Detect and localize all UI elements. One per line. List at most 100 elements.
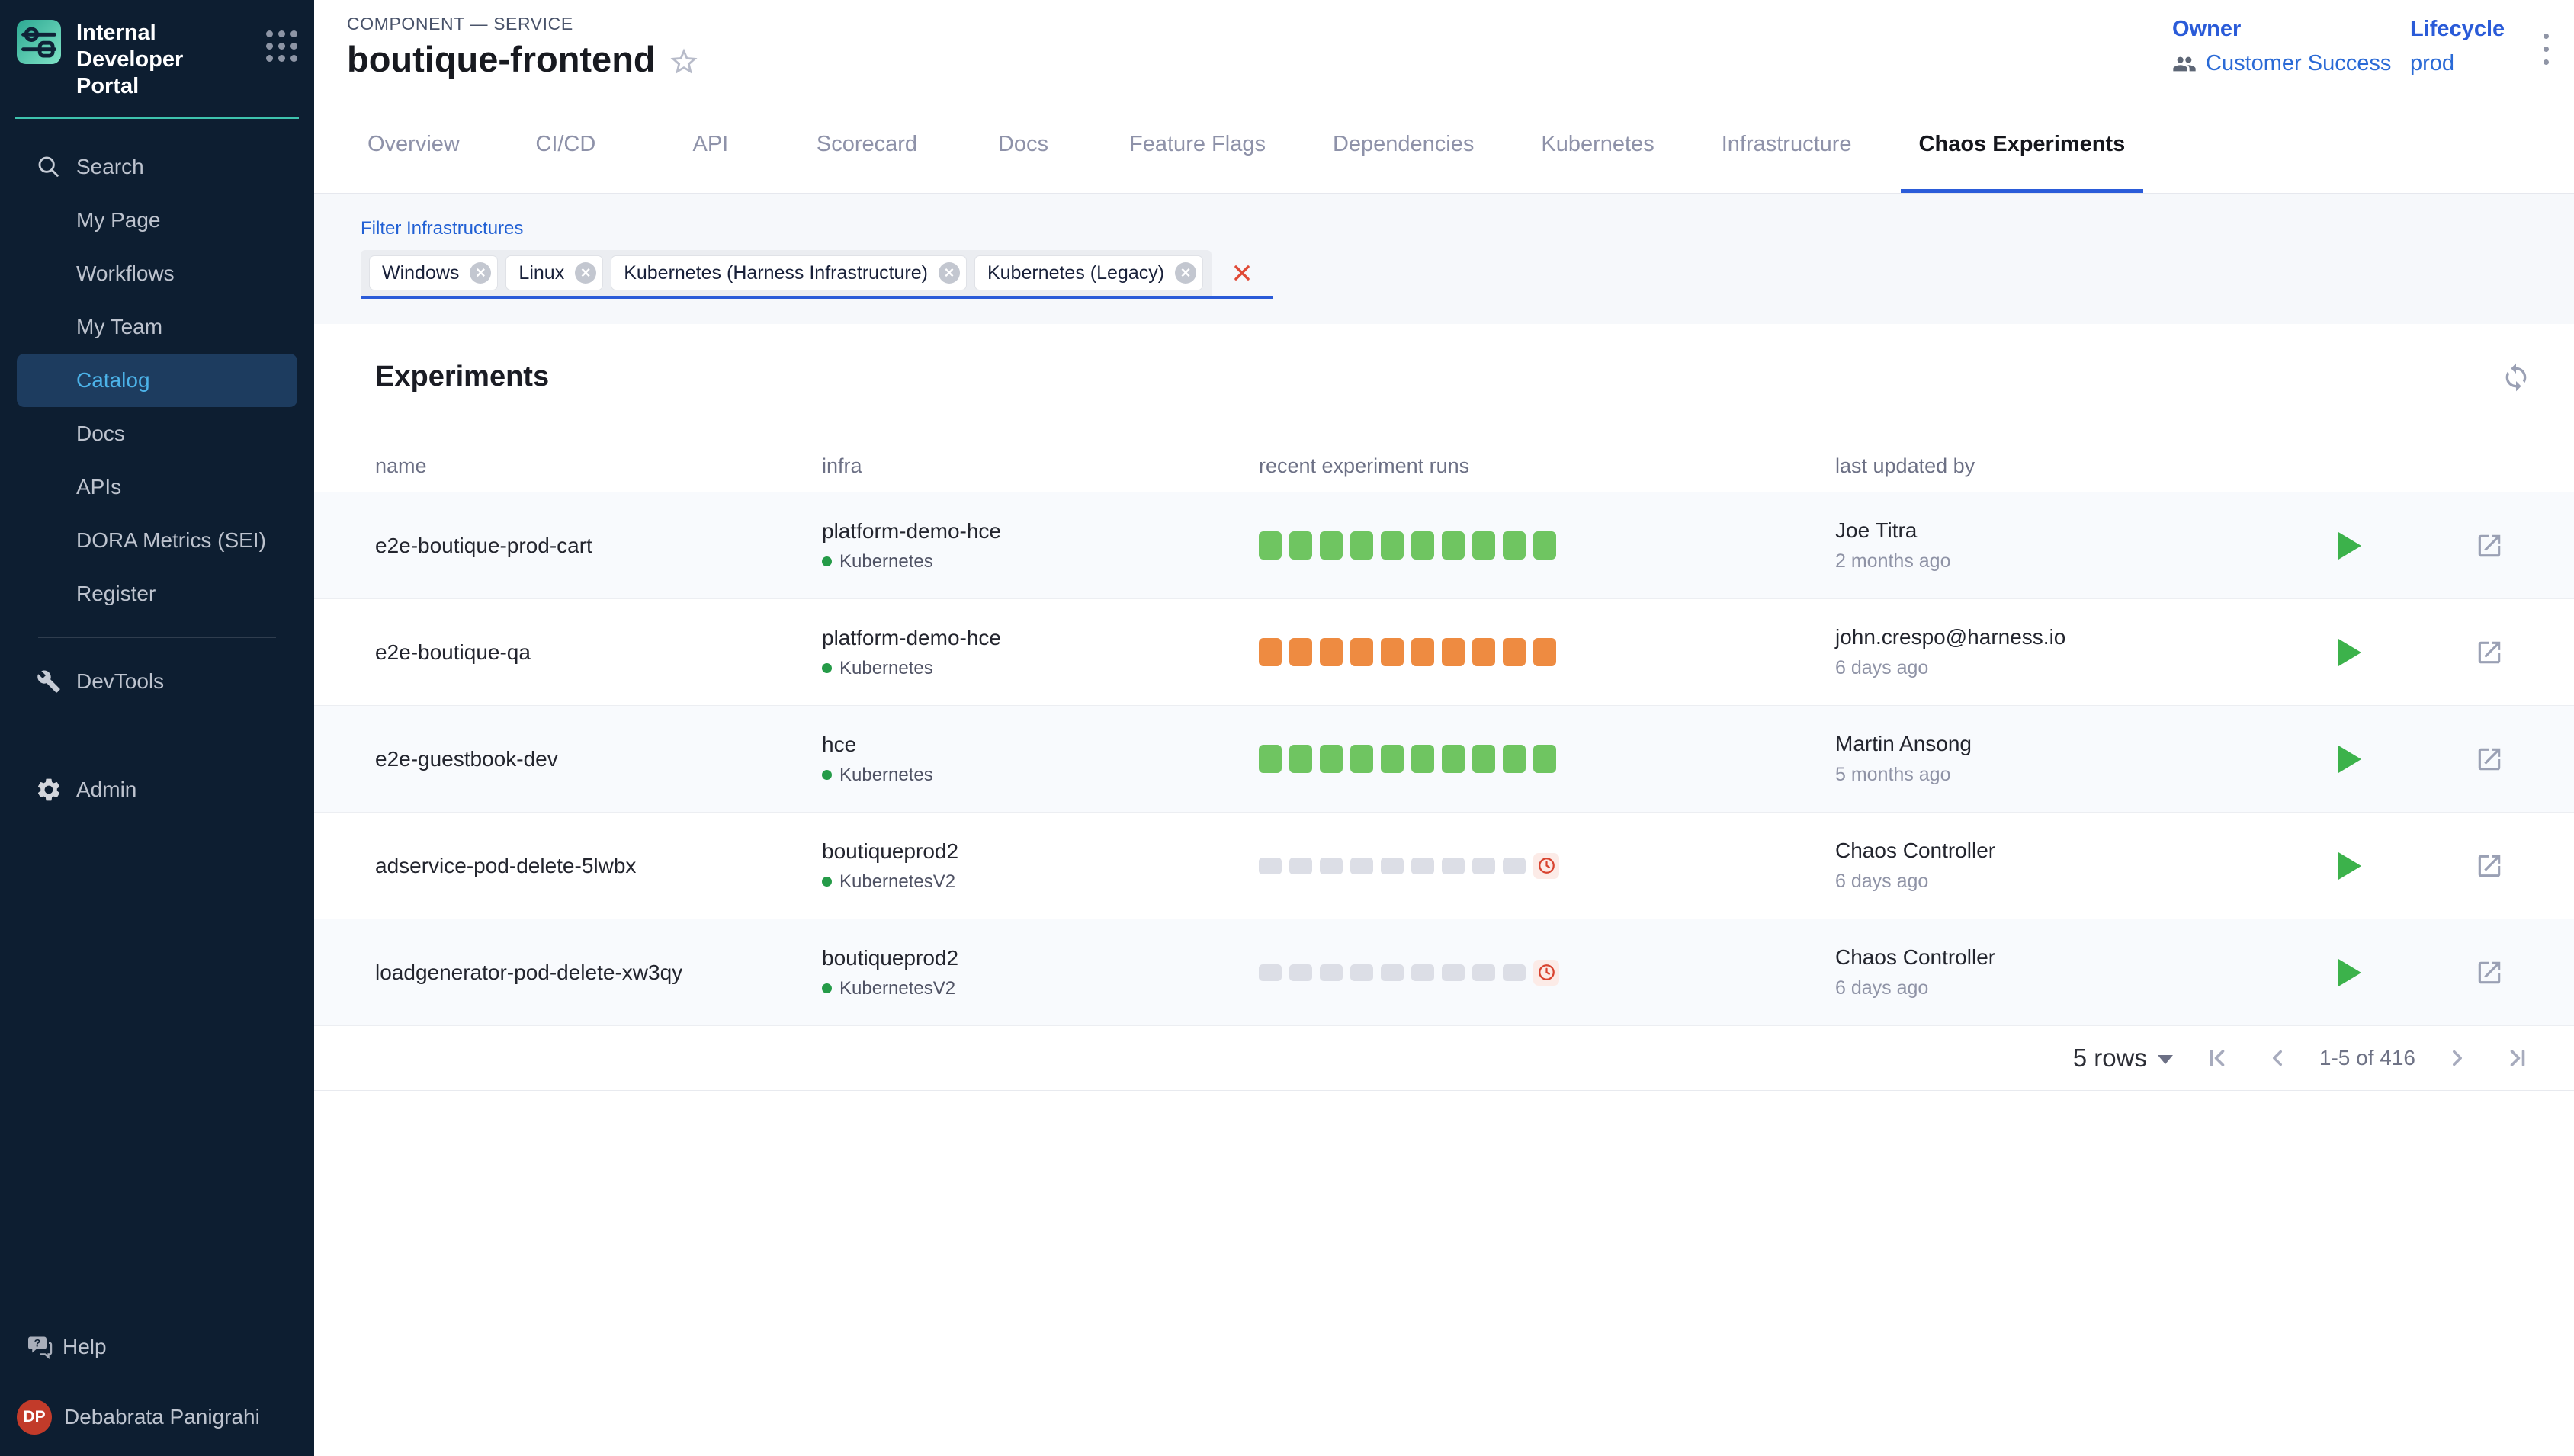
chip-remove-icon[interactable]: ×	[575, 262, 596, 284]
run-experiment-play-button[interactable]	[2338, 639, 2361, 666]
tab-infrastructure[interactable]: Infrastructure	[1703, 99, 1870, 193]
open-experiment-launch-icon[interactable]	[2475, 745, 2504, 774]
run-success[interactable]	[1289, 745, 1312, 773]
run-success[interactable]	[1350, 745, 1373, 773]
sidebar-item-apis[interactable]: APIs	[17, 460, 297, 514]
clear-filters-icon[interactable]	[1230, 261, 1254, 285]
run-empty[interactable]	[1411, 858, 1434, 874]
run-experiment-play-button[interactable]	[2338, 746, 2361, 773]
run-empty[interactable]	[1350, 964, 1373, 981]
previous-page-button[interactable]	[2261, 1042, 2293, 1074]
run-failed[interactable]	[1411, 638, 1434, 666]
run-experiment-play-button[interactable]	[2338, 532, 2361, 560]
run-empty[interactable]	[1411, 964, 1434, 981]
user-menu[interactable]: DP Debabrata Panigrahi	[17, 1390, 297, 1444]
run-empty[interactable]	[1503, 964, 1526, 981]
run-failed[interactable]	[1472, 638, 1495, 666]
run-failed[interactable]	[1533, 638, 1556, 666]
run-success[interactable]	[1289, 531, 1312, 560]
sidebar-item-catalog[interactable]: Catalog	[17, 354, 297, 407]
favorite-star-icon[interactable]	[668, 46, 700, 78]
first-page-button[interactable]	[2200, 1041, 2234, 1075]
filter-chip[interactable]: Linux×	[506, 256, 602, 290]
run-failed[interactable]	[1381, 638, 1404, 666]
sidebar-item-dora-metrics-sei-[interactable]: DORA Metrics (SEI)	[17, 514, 297, 567]
run-scheduled-clock-icon[interactable]	[1533, 853, 1559, 879]
run-failed[interactable]	[1503, 638, 1526, 666]
run-empty[interactable]	[1381, 964, 1404, 981]
tab-kubernetes[interactable]: Kubernetes	[1523, 99, 1672, 193]
run-empty[interactable]	[1350, 858, 1373, 874]
open-experiment-launch-icon[interactable]	[2475, 638, 2504, 667]
infrastructure-filter-input[interactable]: Windows× Linux× Kubernetes (Harness Infras…	[361, 250, 1273, 299]
sidebar-item-docs[interactable]: Docs	[17, 407, 297, 460]
run-success[interactable]	[1503, 531, 1526, 560]
rows-per-page-select[interactable]: 5 rows	[2073, 1044, 2173, 1073]
filter-chip[interactable]: Windows×	[370, 256, 497, 290]
run-empty[interactable]	[1503, 858, 1526, 874]
sidebar-item-help[interactable]: ? Help	[17, 1320, 297, 1374]
last-page-button[interactable]	[2501, 1041, 2534, 1075]
run-failed[interactable]	[1289, 638, 1312, 666]
run-success[interactable]	[1411, 531, 1434, 560]
run-success[interactable]	[1259, 745, 1282, 773]
run-success[interactable]	[1381, 531, 1404, 560]
sidebar-item-search[interactable]: Search	[17, 140, 297, 194]
run-empty[interactable]	[1472, 858, 1495, 874]
next-page-button[interactable]	[2441, 1042, 2473, 1074]
chip-remove-icon[interactable]: ×	[1175, 262, 1196, 284]
run-empty[interactable]	[1472, 964, 1495, 981]
run-success[interactable]	[1411, 745, 1434, 773]
run-empty[interactable]	[1320, 964, 1343, 981]
run-success[interactable]	[1259, 531, 1282, 560]
run-success[interactable]	[1350, 531, 1373, 560]
run-success[interactable]	[1442, 531, 1465, 560]
run-failed[interactable]	[1350, 638, 1373, 666]
filter-chip[interactable]: Kubernetes (Harness Infrastructure)×	[611, 256, 966, 290]
sidebar-item-workflows[interactable]: Workflows	[17, 247, 297, 300]
run-success[interactable]	[1503, 745, 1526, 773]
owner-link[interactable]: Customer Success	[2206, 51, 2391, 76]
run-failed[interactable]	[1442, 638, 1465, 666]
run-empty[interactable]	[1442, 964, 1465, 981]
tab-docs[interactable]: Docs	[966, 99, 1080, 193]
run-empty[interactable]	[1320, 858, 1343, 874]
run-experiment-play-button[interactable]	[2338, 959, 2361, 986]
tab-api[interactable]: API	[653, 99, 768, 193]
filter-chip[interactable]: Kubernetes (Legacy)×	[975, 256, 1202, 290]
tab-ci-cd[interactable]: CI/CD	[509, 99, 623, 193]
run-success[interactable]	[1472, 531, 1495, 560]
sidebar-item-devtools[interactable]: DevTools	[17, 655, 297, 708]
run-success[interactable]	[1472, 745, 1495, 773]
open-experiment-launch-icon[interactable]	[2475, 531, 2504, 560]
run-success[interactable]	[1533, 745, 1556, 773]
open-experiment-launch-icon[interactable]	[2475, 851, 2504, 880]
tab-dependencies[interactable]: Dependencies	[1314, 99, 1492, 193]
run-success[interactable]	[1533, 531, 1556, 560]
run-success[interactable]	[1442, 745, 1465, 773]
run-empty[interactable]	[1289, 964, 1312, 981]
refresh-icon[interactable]	[2501, 362, 2531, 393]
sidebar-item-register[interactable]: Register	[17, 567, 297, 621]
open-experiment-launch-icon[interactable]	[2475, 958, 2504, 987]
sidebar-item-my-page[interactable]: My Page	[17, 194, 297, 247]
run-empty[interactable]	[1259, 964, 1282, 981]
run-empty[interactable]	[1289, 858, 1312, 874]
run-failed[interactable]	[1259, 638, 1282, 666]
sidebar-item-admin[interactable]: Admin	[17, 763, 297, 816]
apps-grid-icon[interactable]	[266, 30, 297, 62]
chip-remove-icon[interactable]: ×	[470, 262, 491, 284]
run-success[interactable]	[1320, 745, 1343, 773]
tab-feature-flags[interactable]: Feature Flags	[1111, 99, 1284, 193]
sidebar-item-my-team[interactable]: My Team	[17, 300, 297, 354]
kebab-menu-icon[interactable]	[2540, 30, 2552, 68]
run-success[interactable]	[1381, 745, 1404, 773]
chip-remove-icon[interactable]: ×	[939, 262, 960, 284]
run-empty[interactable]	[1381, 858, 1404, 874]
run-failed[interactable]	[1320, 638, 1343, 666]
tab-overview[interactable]: Overview	[349, 99, 478, 193]
run-empty[interactable]	[1442, 858, 1465, 874]
tab-chaos-experiments[interactable]: Chaos Experiments	[1901, 99, 2144, 193]
run-scheduled-clock-icon[interactable]	[1533, 960, 1559, 986]
run-experiment-play-button[interactable]	[2338, 852, 2361, 880]
